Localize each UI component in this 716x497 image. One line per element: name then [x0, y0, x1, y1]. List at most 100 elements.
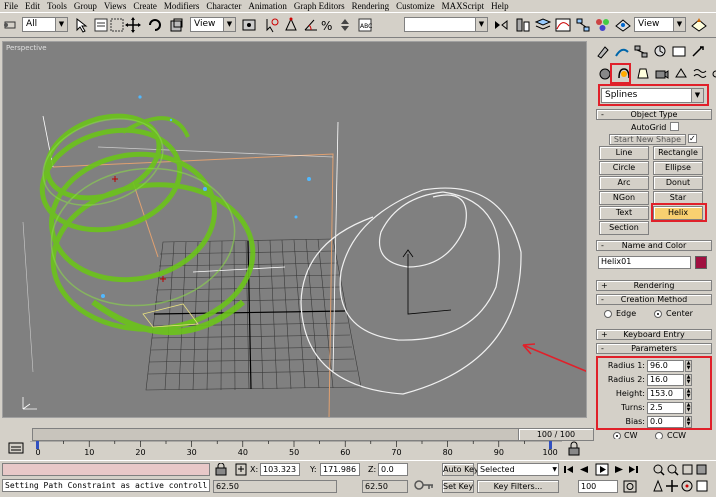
edit-named-selection-icon[interactable]: ABC [356, 16, 374, 34]
layer-manager-icon[interactable] [534, 16, 552, 34]
ellipse-button[interactable]: Ellipse [653, 161, 703, 175]
menu-customize[interactable]: Customize [396, 1, 435, 11]
motion-tab-icon[interactable] [652, 44, 668, 59]
set-key-button[interactable]: Set Key [442, 480, 474, 493]
parameters-rollout[interactable]: - Parameters [596, 343, 712, 354]
mirror-icon[interactable] [492, 16, 510, 34]
display-tab-icon[interactable] [671, 44, 687, 59]
menu-maxscript[interactable]: MAXScript [442, 1, 485, 11]
object-type-rollout[interactable]: - Object Type [596, 109, 712, 120]
object-name-field[interactable]: Helix01 [598, 256, 691, 269]
bias-field[interactable]: 0.0 [647, 416, 684, 428]
select-object-icon[interactable] [72, 16, 90, 34]
select-manipulate-icon[interactable] [262, 16, 280, 34]
arc-button[interactable]: Arc [599, 176, 649, 190]
menu-animation[interactable]: Animation [248, 1, 287, 11]
menu-help[interactable]: Help [491, 1, 509, 11]
auto-key-button[interactable]: Auto Key [442, 463, 479, 476]
lights-icon[interactable] [635, 66, 651, 81]
menu-graph-editors[interactable]: Graph Editors [294, 1, 345, 11]
turns-field[interactable]: 2.5 [647, 402, 684, 414]
menu-edit[interactable]: Edit [25, 1, 40, 11]
time-config-icon[interactable] [623, 480, 637, 493]
align-icon[interactable] [514, 16, 532, 34]
track-bar[interactable]: 0 10 20 30 40 50 60 70 80 90 100 [30, 440, 562, 459]
systems-icon[interactable] [711, 66, 716, 81]
helpers-icon[interactable] [673, 66, 689, 81]
rotate-icon[interactable] [146, 16, 164, 34]
bias-spinner[interactable]: ▲ ▼ [685, 416, 692, 428]
select-link-icon[interactable] [2, 16, 20, 34]
start-new-shape-checkbox[interactable]: ✓ [688, 134, 697, 143]
menu-file[interactable]: File [4, 1, 18, 11]
perspective-viewport[interactable]: Perspective [2, 41, 587, 418]
percent-snap-icon[interactable]: % [318, 16, 336, 34]
name-color-rollout[interactable]: - Name and Color [596, 240, 712, 251]
turns-spinner[interactable]: ▲ ▼ [685, 402, 692, 414]
height-spinner[interactable]: ▲ ▼ [685, 388, 692, 400]
section-button[interactable]: Section [599, 221, 649, 235]
object-color-swatch[interactable] [695, 256, 707, 269]
utilities-tab-icon[interactable] [690, 44, 706, 59]
creation-method-rollout[interactable]: - Creation Method [596, 294, 712, 305]
pivot-center-icon[interactable] [240, 16, 258, 34]
absolute-mode-icon[interactable] [235, 463, 247, 476]
autogrid-checkbox[interactable] [670, 122, 679, 131]
space-warps-icon[interactable] [692, 66, 708, 81]
selection-lock-icon[interactable] [215, 463, 227, 476]
key-icon[interactable] [413, 478, 435, 492]
key-filters-button[interactable]: Key Filters... [477, 480, 559, 493]
curve-editor-icon[interactable] [554, 16, 572, 34]
rectangle-button[interactable]: Rectangle [653, 146, 703, 160]
z-coord-field[interactable]: 0.0 [378, 463, 408, 476]
menu-views[interactable]: Views [104, 1, 126, 11]
render-type-dropdown[interactable]: View ▼ [634, 17, 686, 32]
height-field[interactable]: 153.0 [647, 388, 684, 400]
selection-filter-dropdown[interactable]: All ▼ [22, 17, 68, 32]
hierarchy-tab-icon[interactable] [633, 44, 649, 59]
radius1-field[interactable]: 96.0 [647, 360, 684, 372]
current-frame-field[interactable]: 100 [578, 480, 618, 493]
text-button[interactable]: Text [599, 206, 649, 220]
menu-group[interactable]: Group [74, 1, 97, 11]
maxscript-listener[interactable] [2, 463, 210, 476]
schematic-view-icon[interactable] [574, 16, 592, 34]
create-tab-icon[interactable] [595, 44, 611, 59]
spinner-snap-icon[interactable] [336, 16, 354, 34]
scale-icon[interactable] [168, 16, 186, 34]
time-slider-thumb[interactable]: 100 / 100 [518, 428, 594, 441]
cw-radio[interactable] [613, 432, 621, 439]
time-slider[interactable]: 100 / 100 [32, 428, 594, 441]
material-editor-icon[interactable] [594, 16, 612, 34]
quick-render-icon[interactable] [690, 16, 708, 34]
reference-coordinate-dropdown[interactable]: View ▼ [190, 17, 236, 32]
x-coord-field[interactable]: 103.323 [260, 463, 300, 476]
center-radio[interactable] [654, 310, 662, 318]
move-icon[interactable] [124, 16, 142, 34]
modify-tab-icon[interactable] [614, 44, 630, 59]
cameras-icon[interactable] [654, 66, 670, 81]
render-scene-icon[interactable] [614, 16, 632, 34]
rendering-rollout[interactable]: + Rendering [596, 280, 712, 291]
circle-button[interactable]: Circle [599, 161, 649, 175]
menu-create[interactable]: Create [133, 1, 156, 11]
radius1-spinner[interactable]: ▲ ▼ [685, 360, 692, 372]
menu-rendering[interactable]: Rendering [352, 1, 390, 11]
menu-character[interactable]: Character [206, 1, 241, 11]
keyboard-entry-rollout[interactable]: + Keyboard Entry [596, 329, 712, 340]
edge-radio[interactable] [604, 310, 612, 318]
snap-toggle-icon[interactable] [282, 16, 300, 34]
radius2-spinner[interactable]: ▲ ▼ [685, 374, 692, 386]
key-mode-dropdown[interactable]: Selected ▼ [477, 463, 559, 476]
ngon-button[interactable]: NGon [599, 191, 649, 205]
lock-icon[interactable] [566, 441, 582, 457]
line-button[interactable]: Line [599, 146, 649, 160]
menu-tools[interactable]: Tools [47, 1, 67, 11]
menu-modifiers[interactable]: Modifiers [164, 1, 200, 11]
named-selection-dropdown[interactable]: ▼ [404, 17, 488, 32]
donut-button[interactable]: Donut [653, 176, 703, 190]
mini-curve-editor-icon[interactable] [8, 441, 24, 455]
start-new-shape-button[interactable]: Start New Shape [609, 134, 686, 145]
ccw-radio[interactable] [655, 432, 663, 439]
y-coord-field[interactable]: 171.986 [320, 463, 360, 476]
